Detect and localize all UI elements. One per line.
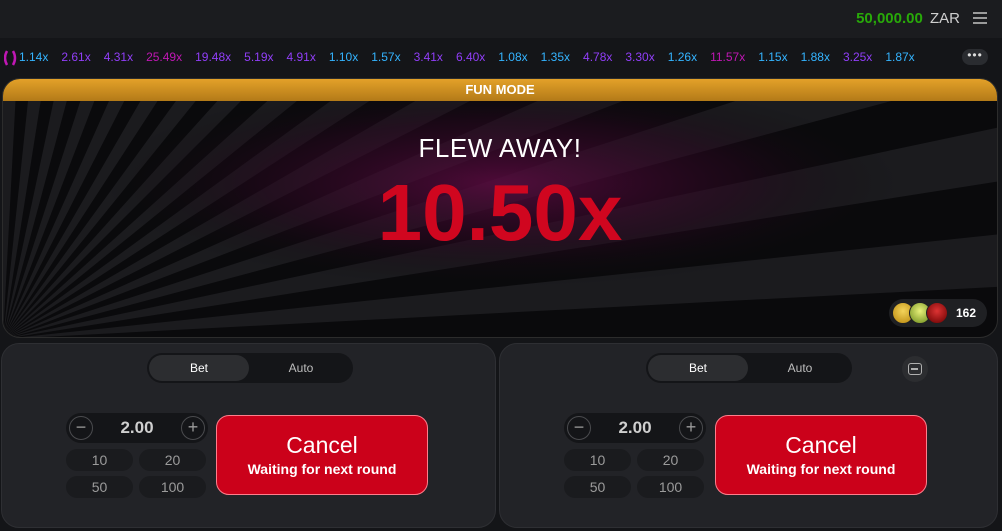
fun-mode-banner: FUN MODE: [3, 79, 997, 101]
hamburger-menu-icon[interactable]: [973, 9, 987, 27]
quick-bet-chip[interactable]: 100: [637, 476, 704, 498]
quick-bet-chip[interactable]: 10: [564, 449, 631, 471]
bet-mode-tabs: Bet Auto: [147, 353, 353, 383]
tab-auto[interactable]: Auto: [251, 355, 351, 381]
history-multiplier: 1.10x: [328, 50, 359, 64]
game-canvas: FUN MODE FLEW AWAY! 10.50x 162: [2, 78, 998, 338]
minus-icon[interactable]: −: [69, 416, 93, 440]
history-multiplier: 1.87x: [885, 50, 915, 64]
plus-icon[interactable]: +: [679, 416, 703, 440]
history-multiplier: 3.41x: [413, 50, 443, 64]
bet-mode-tabs: Bet Auto: [646, 353, 852, 383]
history-multiplier: 1.15x: [758, 50, 788, 64]
history-multiplier: 4.31x: [103, 50, 134, 64]
cancel-bet-button[interactable]: Cancel Waiting for next round: [216, 415, 428, 495]
history-multiplier: 1.08x: [498, 50, 528, 64]
crash-multiplier: 10.50x: [377, 168, 623, 257]
minus-icon[interactable]: −: [567, 416, 591, 440]
history-multiplier: 1.57x: [371, 50, 401, 64]
history-multiplier: 1.14x: [19, 50, 49, 64]
remove-panel-icon[interactable]: [902, 356, 928, 382]
history-multiplier: 3.25x: [842, 50, 873, 64]
bet-amount-box: − 2.00 + 10 20 50 100: [66, 413, 208, 501]
multiplier-history: 1.14x 2.61x 4.31x 25.49x 19.48x 5.19x 4.91x 1.1…: [0, 38, 1002, 76]
tab-auto[interactable]: Auto: [750, 355, 850, 381]
top-bar: 50,000.00 ZAR: [0, 0, 1002, 38]
round-status: FLEW AWAY!: [418, 133, 582, 163]
quick-bet-chip[interactable]: 20: [139, 449, 206, 471]
cancel-button-label: Cancel: [785, 432, 857, 458]
quick-bet-chip[interactable]: 100: [139, 476, 206, 498]
plus-icon[interactable]: +: [181, 416, 205, 440]
bet-amount-box: − 2.00 + 10 20 50 100: [564, 413, 706, 501]
bet-amount-value[interactable]: 2.00: [594, 418, 676, 438]
history-multiplier: 25.49x: [146, 50, 183, 64]
history-multiplier: 1.88x: [800, 50, 830, 64]
history-multiplier: 6.40x: [455, 50, 486, 64]
balance-amount: 50,000.00: [856, 10, 923, 27]
bet-amount-value[interactable]: 2.00: [96, 418, 178, 438]
history-multiplier: 3.30x: [625, 50, 655, 64]
players-count: 162: [955, 306, 976, 320]
bet-amount-stepper: − 2.00 +: [564, 413, 706, 443]
history-multiplier: 19.48x: [195, 50, 232, 64]
quick-bet-chip[interactable]: 10: [66, 449, 133, 471]
waiting-status-label: Waiting for next round: [746, 461, 896, 477]
tab-bet[interactable]: Bet: [648, 355, 748, 381]
bet-panel-2: Bet Auto − 2.00 + 10 20 50 100 Cancel Wa…: [499, 343, 998, 528]
cancel-bet-button[interactable]: Cancel Waiting for next round: [715, 415, 927, 495]
tab-bet[interactable]: Bet: [149, 355, 249, 381]
bet-amount-stepper: − 2.00 +: [66, 413, 208, 443]
quick-bet-chip[interactable]: 50: [66, 476, 133, 498]
history-multiplier: 4.78x: [583, 50, 613, 64]
history-multiplier: 2.61x: [61, 50, 91, 64]
history-list: 1.14x 2.61x 4.31x 25.49x 19.48x 5.19x 4.91x 1.1…: [19, 50, 928, 64]
bet-panel-1: Bet Auto − 2.00 + 10 20 50 100 Cancel Wa…: [1, 343, 496, 528]
history-multiplier: 1.26x: [667, 50, 698, 64]
history-multiplier: 4.91x: [286, 50, 316, 64]
history-multiplier: 11.57x: [710, 50, 746, 64]
quick-bet-chip[interactable]: 20: [637, 449, 704, 471]
avatar-icon: [926, 302, 948, 324]
history-multiplier: 5.19x: [244, 50, 274, 64]
cancel-button-label: Cancel: [286, 432, 358, 458]
balance-currency: ZAR: [930, 10, 960, 27]
waiting-status-label: Waiting for next round: [247, 461, 397, 477]
balance: 50,000.00 ZAR: [856, 10, 960, 27]
history-multiplier: 1.35x: [540, 50, 571, 64]
quick-bet-chip[interactable]: 50: [564, 476, 631, 498]
more-dots-icon[interactable]: •••: [962, 49, 988, 65]
players-counter[interactable]: 162: [889, 299, 987, 327]
